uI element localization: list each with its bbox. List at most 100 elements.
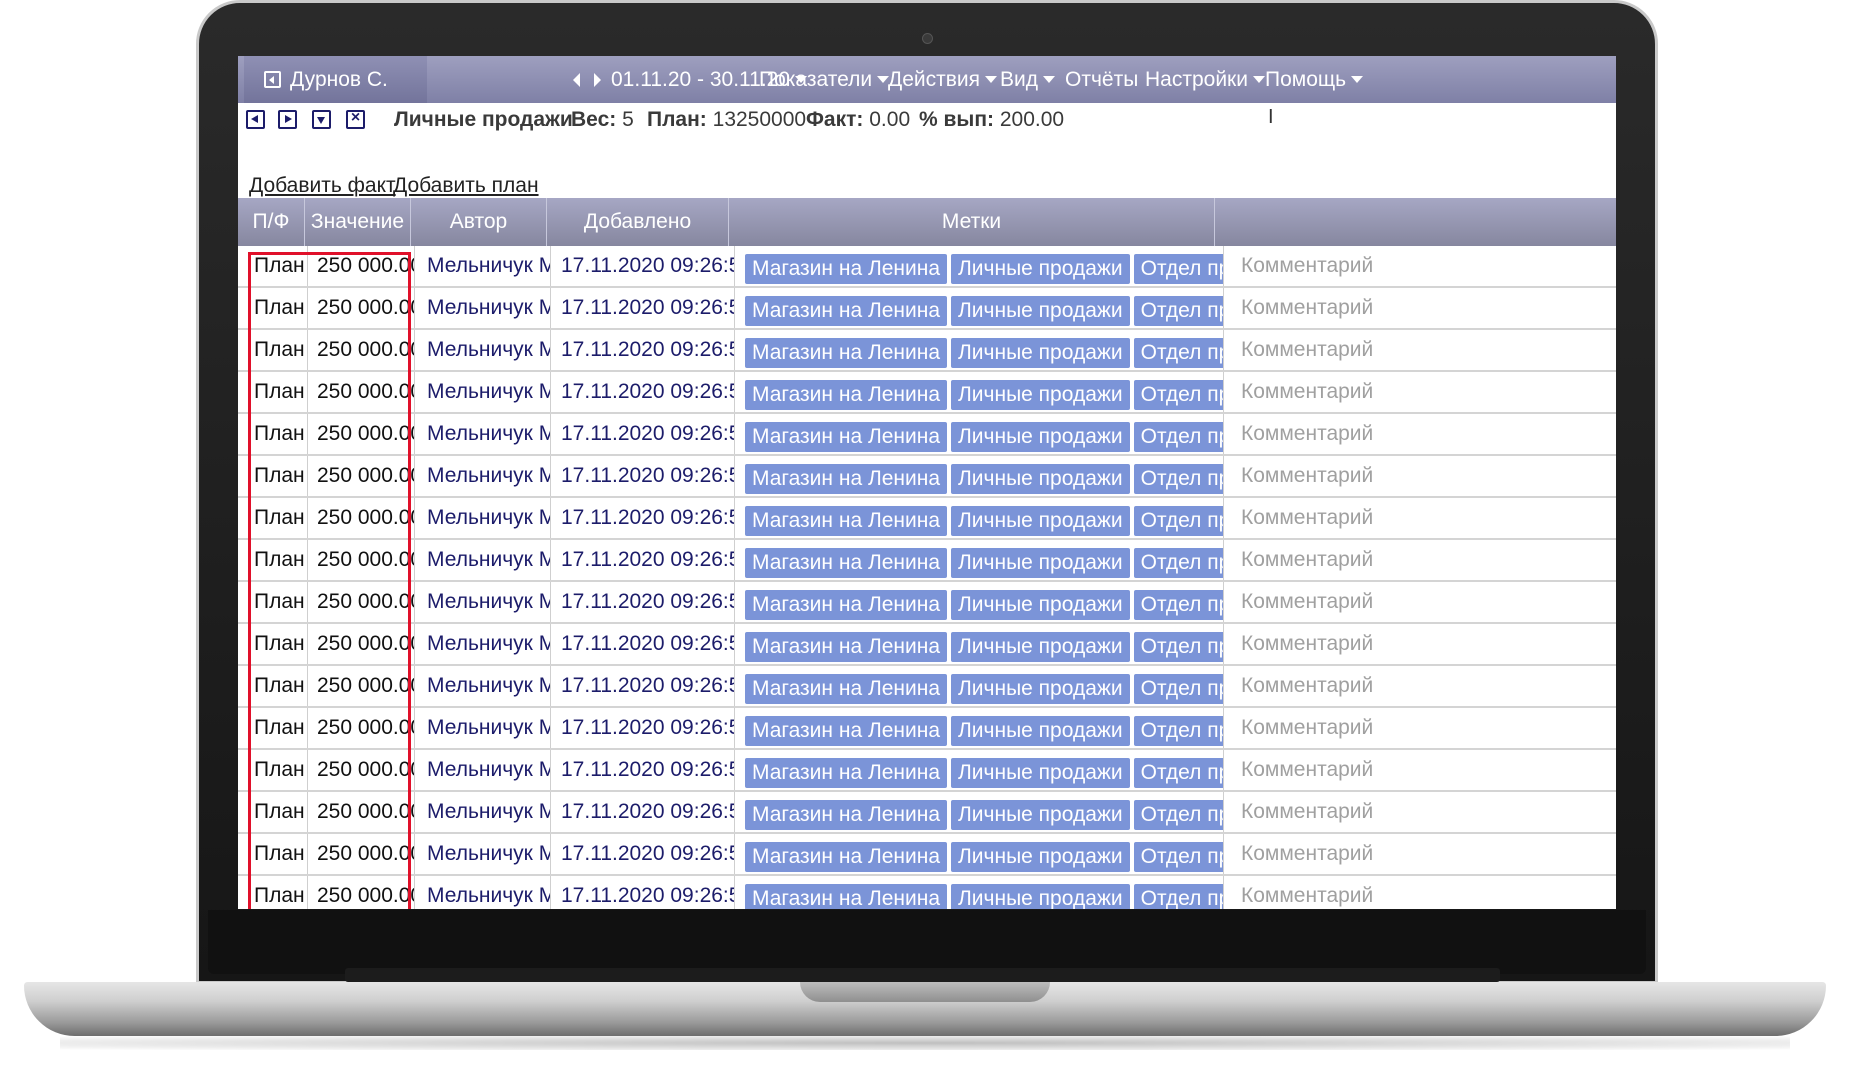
header-pf[interactable]: П/Ф	[238, 198, 305, 246]
table-row[interactable]: План 250 000.00 Мельничук М. 17.11.2020 09:…	[238, 834, 1616, 876]
table-row[interactable]: План 250 000.00 Мельничук М. 17.11.2020 09:…	[238, 288, 1616, 330]
user-menu[interactable]: Дурнов С.	[244, 56, 427, 103]
menu-view[interactable]: Вид	[1000, 56, 1055, 103]
cell-comment[interactable]: Комментарий	[1223, 246, 1616, 286]
tag-badge[interactable]: Личные продажи	[951, 800, 1130, 830]
menu-indicators-label[interactable]: Показатели	[759, 68, 872, 92]
cell-comment[interactable]: Комментарий	[1223, 498, 1616, 538]
header-tags[interactable]: Метки	[729, 198, 1215, 246]
tag-badge[interactable]: Отдел продаж	[1133, 674, 1223, 704]
table-row[interactable]: План 250 000.00 Мельничук М. 17.11.2020 09:…	[238, 708, 1616, 750]
cell-comment[interactable]: Комментарий	[1223, 624, 1616, 664]
cell-comment[interactable]: Комментарий	[1223, 834, 1616, 874]
tag-badge[interactable]: Магазин на Ленина	[745, 632, 948, 662]
tag-badge[interactable]: Отдел продаж	[1133, 548, 1223, 578]
menu-settings[interactable]: Настройки	[1145, 56, 1265, 103]
tag-badge[interactable]: Отдел продаж	[1133, 884, 1223, 909]
tag-badge[interactable]: Личные продажи	[951, 758, 1130, 788]
user-name[interactable]: Дурнов С.	[290, 68, 388, 92]
tag-badge[interactable]: Отдел продаж	[1133, 380, 1223, 410]
expand-button[interactable]	[312, 110, 331, 129]
cell-comment[interactable]: Комментарий	[1223, 372, 1616, 412]
menu-actions-label[interactable]: Действия	[888, 68, 980, 92]
tag-badge[interactable]: Личные продажи	[951, 884, 1130, 909]
cell-comment[interactable]: Комментарий	[1223, 666, 1616, 706]
tag-badge[interactable]: Магазин на Ленина	[745, 380, 948, 410]
tag-badge[interactable]: Отдел продаж	[1133, 716, 1223, 746]
menu-actions[interactable]: Действия	[888, 56, 998, 103]
prev-indicator-button[interactable]	[246, 110, 265, 129]
tag-badge[interactable]: Магазин на Ленина	[745, 800, 948, 830]
menu-view-label[interactable]: Вид	[1000, 68, 1038, 92]
tag-badge[interactable]: Личные продажи	[951, 422, 1130, 452]
menu-settings-label[interactable]: Настройки	[1145, 68, 1248, 92]
tag-badge[interactable]: Личные продажи	[951, 506, 1130, 536]
add-plan-link[interactable]: Добавить план	[393, 174, 539, 198]
cell-comment[interactable]: Комментарий	[1223, 582, 1616, 622]
menu-reports-label[interactable]: Отчёты	[1065, 68, 1138, 92]
table-row[interactable]: План 250 000.00 Мельничук М. 17.11.2020 09:…	[238, 624, 1616, 666]
tag-badge[interactable]: Отдел продаж	[1133, 842, 1223, 872]
cell-comment[interactable]: Комментарий	[1223, 456, 1616, 496]
table-row[interactable]: План 250 000.00 Мельничук М. 17.11.2020 09:…	[238, 456, 1616, 498]
tag-badge[interactable]: Отдел продаж	[1133, 254, 1223, 284]
tag-badge[interactable]: Магазин на Ленина	[745, 590, 948, 620]
tag-badge[interactable]: Магазин на Ленина	[745, 254, 948, 284]
tag-badge[interactable]: Магазин на Ленина	[745, 548, 948, 578]
tag-badge[interactable]: Отдел продаж	[1133, 506, 1223, 536]
menu-indicators[interactable]: Показатели	[759, 56, 890, 103]
tag-badge[interactable]: Отдел продаж	[1133, 464, 1223, 494]
table-row[interactable]: План 250 000.00 Мельничук М. 17.11.2020 09:…	[238, 414, 1616, 456]
tag-badge[interactable]: Магазин на Ленина	[745, 842, 948, 872]
table-row[interactable]: План 250 000.00 Мельничук М. 17.11.2020 09:…	[238, 750, 1616, 792]
tag-badge[interactable]: Отдел продаж	[1133, 338, 1223, 368]
tag-badge[interactable]: Личные продажи	[951, 842, 1130, 872]
add-fact-link[interactable]: Добавить факт	[249, 174, 396, 198]
tag-badge[interactable]: Личные продажи	[951, 380, 1130, 410]
table-row[interactable]: План 250 000.00 Мельничук М. 17.11.2020 09:…	[238, 876, 1616, 909]
tag-badge[interactable]: Отдел продаж	[1133, 422, 1223, 452]
tag-badge[interactable]: Магазин на Ленина	[745, 338, 948, 368]
menu-reports[interactable]: Отчёты	[1065, 56, 1138, 103]
menu-help-label[interactable]: Помощь	[1265, 68, 1346, 92]
header-author[interactable]: Автор	[411, 198, 547, 246]
tag-badge[interactable]: Магазин на Ленина	[745, 758, 948, 788]
table-row[interactable]: План 250 000.00 Мельничук М. 17.11.2020 09:…	[238, 582, 1616, 624]
header-tags-label[interactable]: Метки	[942, 210, 1001, 234]
tag-badge[interactable]: Личные продажи	[951, 674, 1130, 704]
header-value[interactable]: Значение	[305, 198, 411, 246]
cell-comment[interactable]: Комментарий	[1223, 540, 1616, 580]
cell-comment[interactable]: Комментарий	[1223, 792, 1616, 832]
tag-badge[interactable]: Личные продажи	[951, 296, 1130, 326]
tag-badge[interactable]: Личные продажи	[951, 338, 1130, 368]
tag-badge[interactable]: Отдел продаж	[1133, 296, 1223, 326]
header-added[interactable]: Добавлено	[547, 198, 729, 246]
cell-comment[interactable]: Комментарий	[1223, 750, 1616, 790]
next-indicator-button[interactable]	[278, 110, 297, 129]
tag-badge[interactable]: Личные продажи	[951, 590, 1130, 620]
tag-badge[interactable]: Отдел продаж	[1133, 800, 1223, 830]
tag-badge[interactable]: Отдел продаж	[1133, 590, 1223, 620]
header-pf-label[interactable]: П/Ф	[253, 210, 290, 234]
cell-comment[interactable]: Комментарий	[1223, 708, 1616, 748]
tag-badge[interactable]: Личные продажи	[951, 464, 1130, 494]
menu-help[interactable]: Помощь	[1265, 56, 1364, 103]
tag-badge[interactable]: Магазин на Ленина	[745, 674, 948, 704]
cell-comment[interactable]: Комментарий	[1223, 330, 1616, 370]
table-row[interactable]: План 250 000.00 Мельничук М. 17.11.2020 09:…	[238, 792, 1616, 834]
tag-badge[interactable]: Магазин на Ленина	[745, 422, 948, 452]
tag-badge[interactable]: Личные продажи	[951, 254, 1130, 284]
tag-badge[interactable]: Отдел продаж	[1133, 632, 1223, 662]
back-icon[interactable]	[264, 71, 281, 88]
header-added-label[interactable]: Добавлено	[584, 210, 691, 234]
table-row[interactable]: План 250 000.00 Мельничук М. 17.11.2020 09:…	[238, 498, 1616, 540]
tag-badge[interactable]: Магазин на Ленина	[745, 884, 948, 909]
tag-badge[interactable]: Магазин на Ленина	[745, 716, 948, 746]
tag-badge[interactable]: Личные продажи	[951, 632, 1130, 662]
next-period-icon[interactable]	[594, 72, 601, 87]
tag-badge[interactable]: Личные продажи	[951, 548, 1130, 578]
tag-badge[interactable]: Магазин на Ленина	[745, 296, 948, 326]
cell-comment[interactable]: Комментарий	[1223, 876, 1616, 909]
tag-badge[interactable]: Магазин на Ленина	[745, 506, 948, 536]
table-row[interactable]: План 250 000.00 Мельничук М. 17.11.2020 09:…	[238, 666, 1616, 708]
